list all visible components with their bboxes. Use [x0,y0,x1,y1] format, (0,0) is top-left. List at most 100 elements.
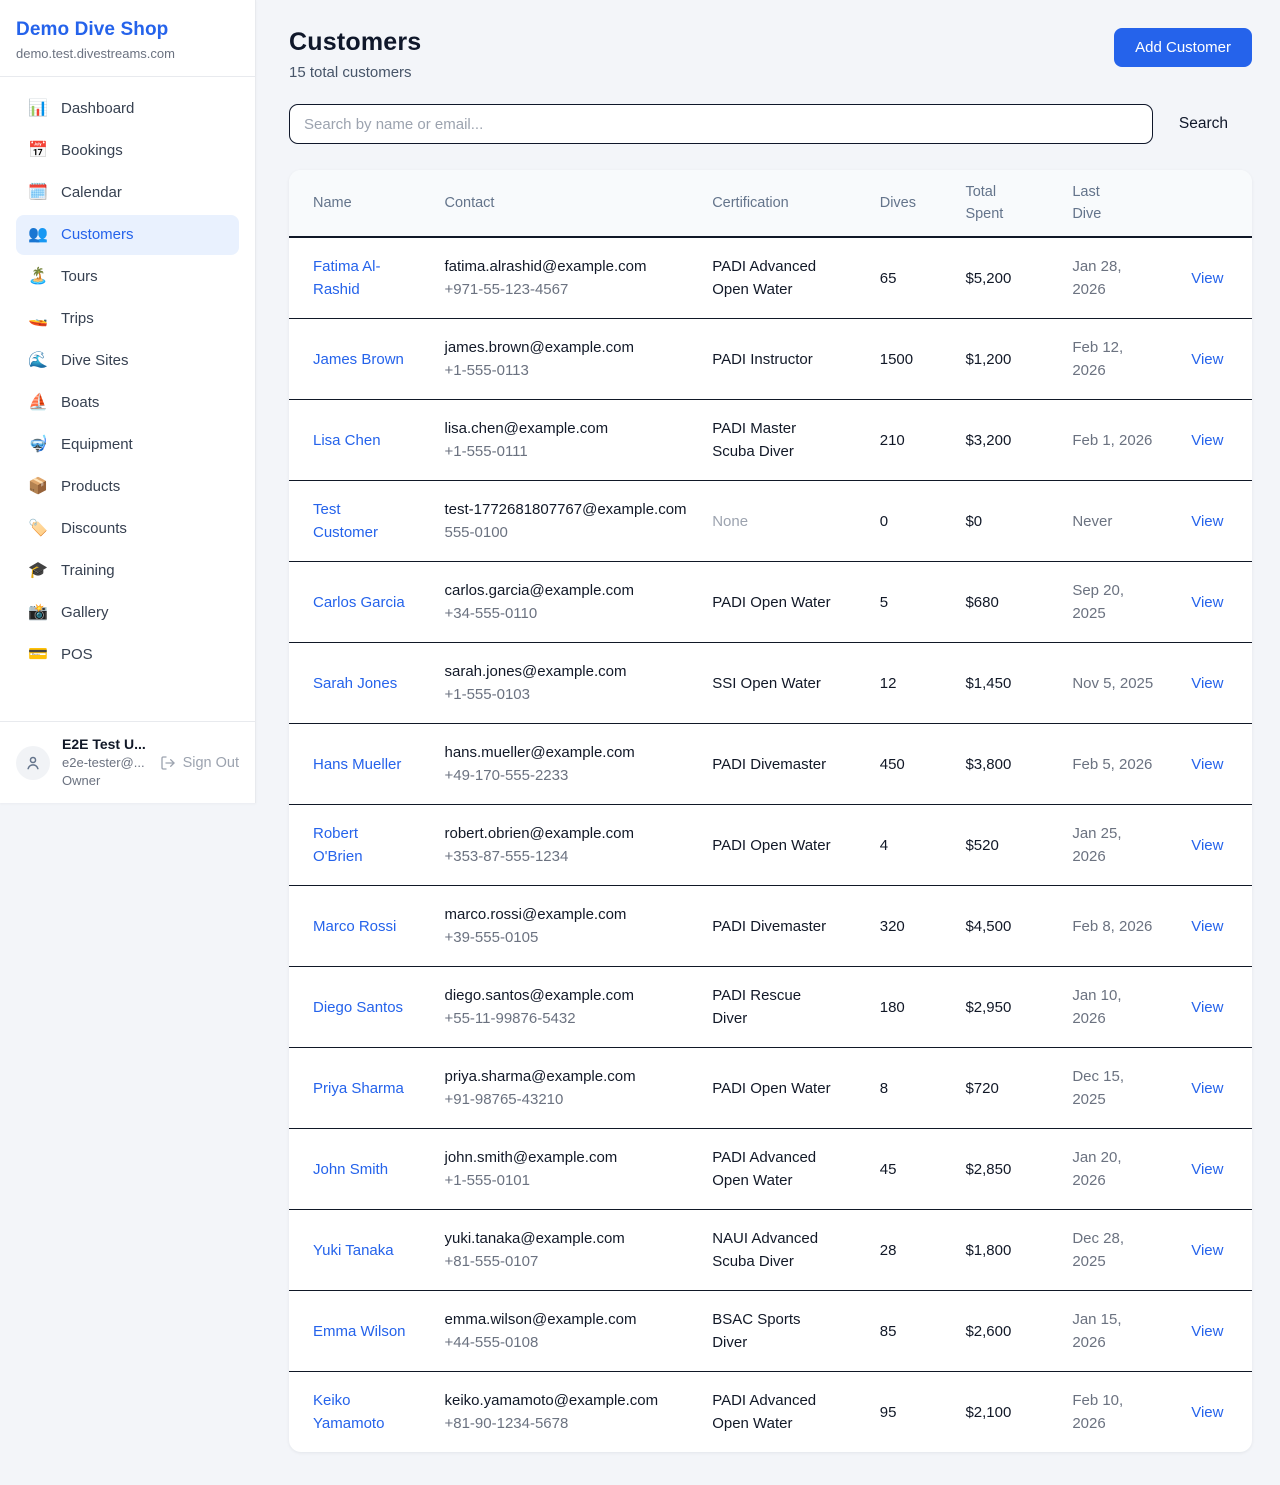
view-link[interactable]: View [1179,432,1223,449]
total-spent-cell: $4,500 [953,886,1060,967]
view-link[interactable]: View [1179,999,1223,1016]
sidebar-item-label: Equipment [61,435,133,455]
column-header-certification: Certification [700,170,868,237]
sidebar-item[interactable]: 👥 Customers [16,215,239,255]
total-spent-cell: $1,200 [953,319,1060,400]
certification-cell: PADI Advanced Open Water [700,1372,868,1453]
customer-name-link[interactable]: Fatima Al-Rashid [313,258,381,298]
search-button[interactable]: Search [1153,115,1252,133]
customer-name-link[interactable]: Yuki Tanaka [313,1242,394,1259]
column-header-contact: Contact [432,170,700,237]
sidebar-item[interactable]: 📅 Bookings [16,131,239,171]
customer-name-link[interactable]: Robert O'Brien [313,825,363,865]
view-link[interactable]: View [1179,675,1223,692]
customer-name-link[interactable]: Hans Mueller [313,756,401,773]
sidebar-item[interactable]: 🗓️ Calendar [16,173,239,213]
total-spent-cell: $0 [953,481,1060,562]
customer-name-link[interactable]: Carlos Garcia [313,594,405,611]
sidebar-item-label: Discounts [61,519,127,539]
page-header: Customers 15 total customers Add Custome… [289,28,1252,81]
user-email: e2e-tester@... [62,754,148,772]
view-link[interactable]: View [1179,270,1223,287]
customer-name-link[interactable]: Priya Sharma [313,1080,404,1097]
view-link[interactable]: View [1179,918,1223,935]
view-link[interactable]: View [1179,594,1223,611]
view-link[interactable]: View [1179,1323,1223,1340]
total-spent-cell: $3,800 [953,724,1060,805]
customer-phone: 555-0100 [444,521,688,544]
customer-email: john.smith@example.com [444,1146,688,1169]
certification-cell: SSI Open Water [700,643,868,724]
sidebar-item[interactable]: 🎓 Training [16,551,239,591]
view-link[interactable]: View [1179,1161,1223,1178]
dives-cell: 8 [868,1048,954,1129]
certification-cell: BSAC Sports Diver [700,1291,868,1372]
customer-name-link[interactable]: James Brown [313,351,404,368]
view-link[interactable]: View [1179,756,1223,773]
contact-cell: robert.obrien@example.com +353-87-555-12… [432,805,700,886]
page-title: Customers [289,28,421,57]
dives-cell: 45 [868,1129,954,1210]
search-input[interactable] [289,104,1153,144]
view-link[interactable]: View [1179,351,1223,368]
sidebar-nav: 📊 Dashboard 📅 Bookings 🗓️ Calendar 👥 Cus… [0,77,255,721]
user-name: E2E Test U... [62,735,148,754]
sidebar-item[interactable]: 📸 Gallery [16,593,239,633]
user-section: E2E Test U... e2e-tester@... Owner Sign … [0,721,255,803]
customer-email: priya.sharma@example.com [444,1065,688,1088]
customer-name-link[interactable]: Lisa Chen [313,432,381,449]
column-header-dives: Dives [868,170,954,237]
customer-phone: +971-55-123-4567 [444,278,688,301]
search-row: Search [289,104,1252,144]
customer-name-link[interactable]: Test Customer [313,501,378,541]
sidebar-item[interactable]: 🌊 Dive Sites [16,341,239,381]
pos-icon: 💳 [28,645,48,665]
sidebar-item[interactable]: 📦 Products [16,467,239,507]
view-link[interactable]: View [1179,1404,1223,1421]
user-role: Owner [62,772,148,790]
table-row: Yuki Tanaka yuki.tanaka@example.com +81-… [289,1210,1252,1291]
main-content: Customers 15 total customers Add Custome… [256,0,1280,1476]
contact-cell: sarah.jones@example.com +1-555-0103 [432,643,700,724]
certification-cell: PADI Divemaster [700,886,868,967]
customer-name-link[interactable]: Diego Santos [313,999,403,1016]
dives-cell: 180 [868,967,954,1048]
contact-cell: diego.santos@example.com +55-11-99876-54… [432,967,700,1048]
contact-cell: yuki.tanaka@example.com +81-555-0107 [432,1210,700,1291]
view-link[interactable]: View [1179,1080,1223,1097]
add-customer-button[interactable]: Add Customer [1114,28,1252,67]
discounts-icon: 🏷️ [28,519,48,539]
table-row: Marco Rossi marco.rossi@example.com +39-… [289,886,1252,967]
customer-name-link[interactable]: John Smith [313,1161,388,1178]
contact-cell: test-1772681807767@example.com 555-0100 [432,481,700,562]
avatar [16,746,50,780]
shop-domain: demo.test.divestreams.com [16,46,239,61]
sidebar-item-label: Tours [61,267,98,287]
sign-out-label: Sign Out [183,755,239,771]
sidebar-item[interactable]: 💳 POS [16,635,239,675]
customer-name-link[interactable]: Emma Wilson [313,1323,406,1340]
last-dive-cell: Dec 15, 2025 [1060,1048,1167,1129]
sidebar-item[interactable]: 📊 Dashboard [16,89,239,129]
customer-email: robert.obrien@example.com [444,822,688,845]
sidebar-item[interactable]: 🚤 Trips [16,299,239,339]
customer-phone: +44-555-0108 [444,1331,688,1354]
sidebar-item[interactable]: 🤿 Equipment [16,425,239,465]
customer-name-link[interactable]: Sarah Jones [313,675,397,692]
view-link[interactable]: View [1179,513,1223,530]
sidebar-item[interactable]: ⛵ Boats [16,383,239,423]
column-header-name: Name [289,170,432,237]
customer-name-link[interactable]: Keiko Yamamoto [313,1392,384,1432]
total-spent-cell: $1,450 [953,643,1060,724]
sign-out-button[interactable]: Sign Out [160,755,239,771]
customer-phone: +1-555-0103 [444,683,688,706]
last-dive-cell: Jan 10, 2026 [1060,967,1167,1048]
person-icon [24,754,42,772]
view-link[interactable]: View [1179,837,1223,854]
sidebar-item[interactable]: 🏷️ Discounts [16,509,239,549]
sidebar-item[interactable]: 🏝️ Tours [16,257,239,297]
view-link[interactable]: View [1179,1242,1223,1259]
customer-name-link[interactable]: Marco Rossi [313,918,396,935]
sidebar-item-label: Dive Sites [61,351,129,371]
dive-sites-icon: 🌊 [28,351,48,371]
